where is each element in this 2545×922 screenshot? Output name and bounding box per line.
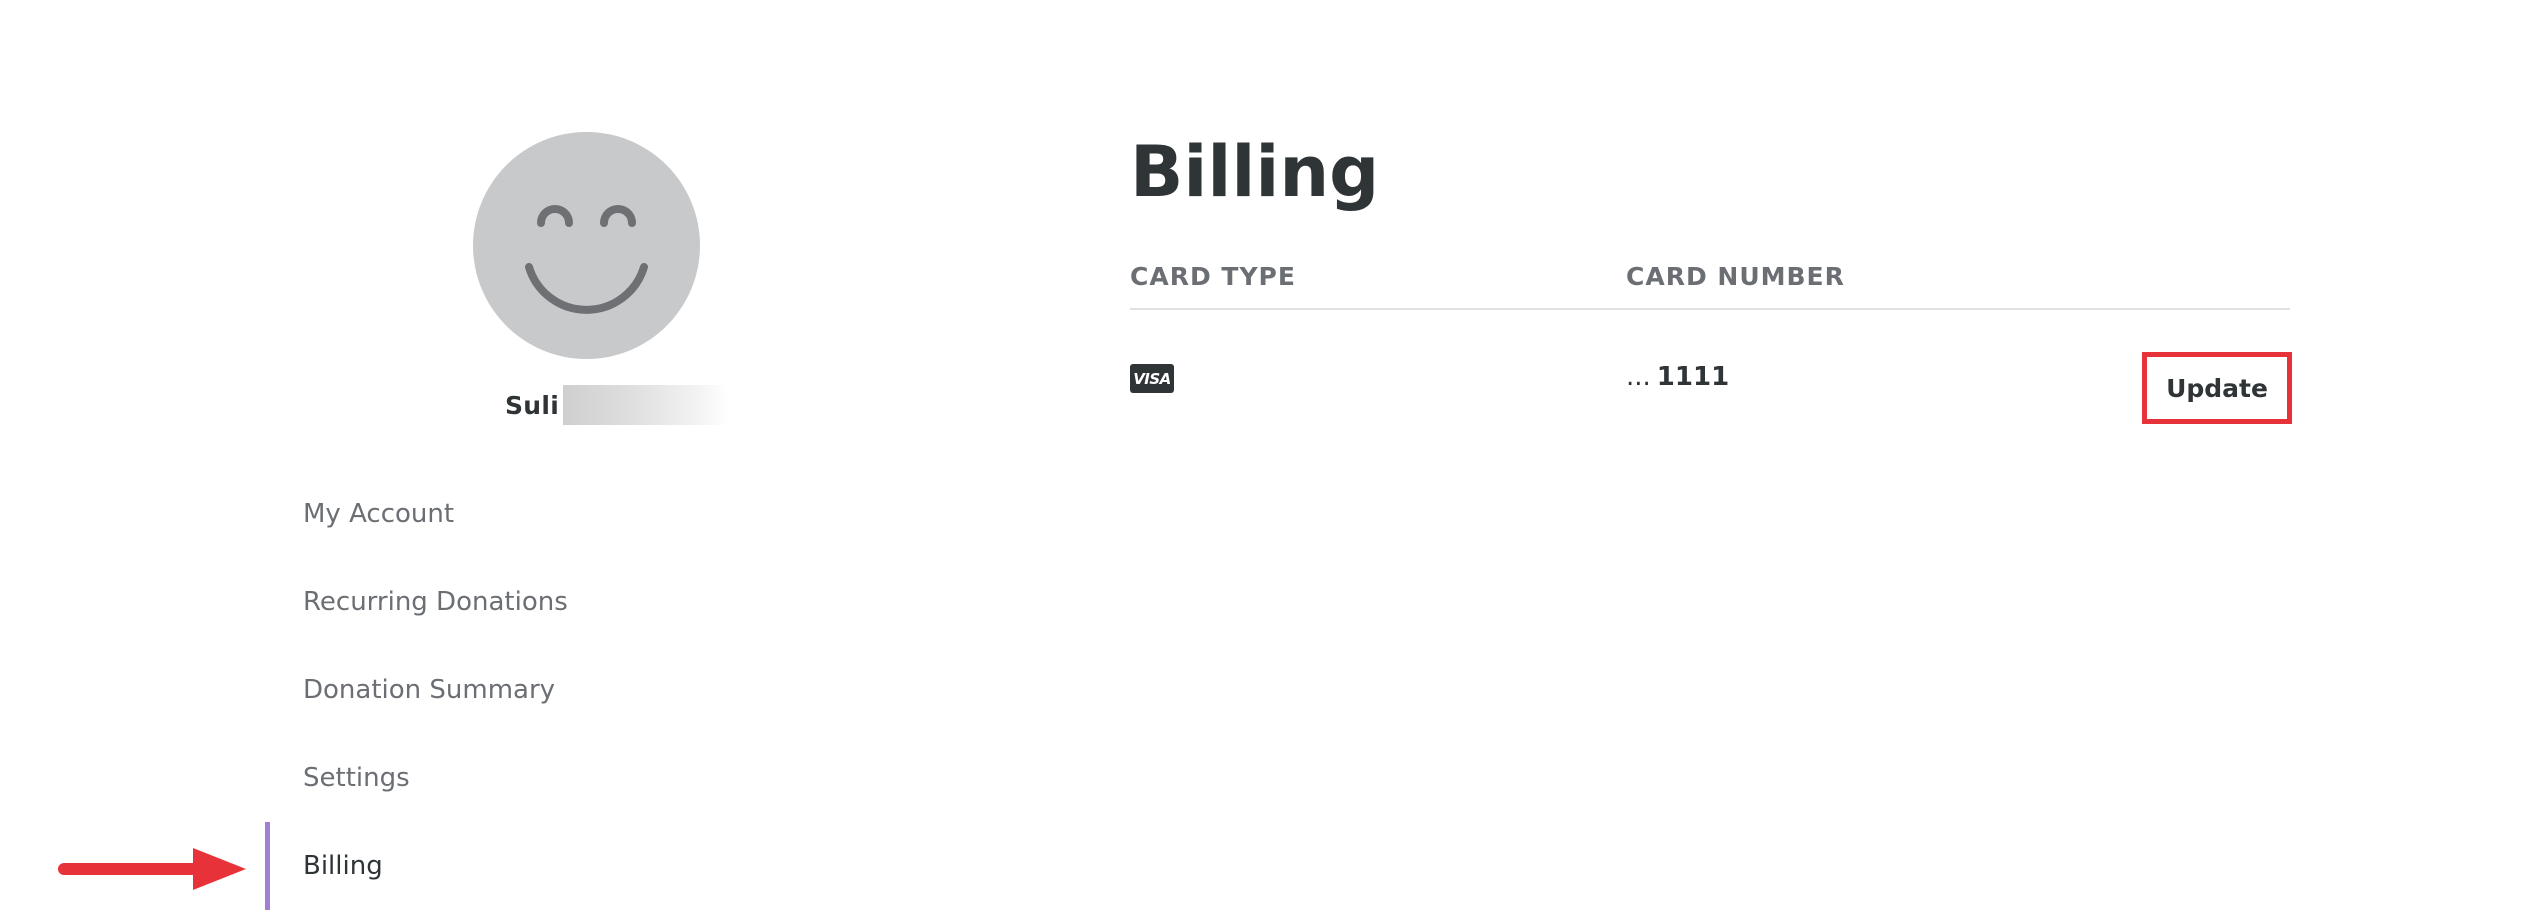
sidebar-item-label: Billing: [303, 851, 383, 881]
sidebar-item-settings[interactable]: Settings: [265, 734, 765, 822]
card-number-prefix: ...: [1626, 362, 1651, 392]
sidebar-item-label: Recurring Donations: [303, 587, 568, 617]
sidebar-item-label: Settings: [303, 763, 410, 793]
user-name: Suli: [505, 385, 729, 425]
sidebar-item-billing[interactable]: Billing: [265, 822, 765, 910]
user-name-redacted: [563, 385, 729, 425]
column-header-card-number: CARD NUMBER: [1626, 262, 1845, 291]
card-type-label: VISA: [1133, 369, 1171, 388]
card-number: ... 1111: [1626, 362, 1729, 392]
smiley-face-icon: [525, 205, 648, 314]
sidebar-item-donation-summary[interactable]: Donation Summary: [265, 646, 765, 734]
page-title: Billing: [1130, 131, 1380, 213]
red-arrow-icon: [58, 846, 248, 892]
sidebar: Suli My Account Recurring Donations Dona…: [0, 0, 1000, 922]
sidebar-item-recurring-donations[interactable]: Recurring Donations: [265, 558, 765, 646]
sidebar-item-label: Donation Summary: [303, 675, 556, 705]
user-name-text: Suli: [505, 390, 560, 420]
billing-table-header: CARD TYPE CARD NUMBER: [1130, 256, 2290, 310]
column-header-card-type: CARD TYPE: [1130, 262, 1296, 291]
table-row: VISA ... 1111 Update: [1130, 350, 2292, 430]
card-number-last4: 1111: [1656, 362, 1730, 392]
billing-panel: Billing CARD TYPE CARD NUMBER VISA ... 11…: [1130, 0, 2292, 922]
avatar: [473, 132, 700, 359]
sidebar-nav: My Account Recurring Donations Donation …: [265, 470, 765, 910]
update-button[interactable]: Update: [2142, 352, 2292, 424]
visa-icon: VISA: [1130, 364, 1174, 393]
sidebar-item-label: My Account: [303, 499, 455, 529]
sidebar-item-my-account[interactable]: My Account: [265, 470, 765, 558]
